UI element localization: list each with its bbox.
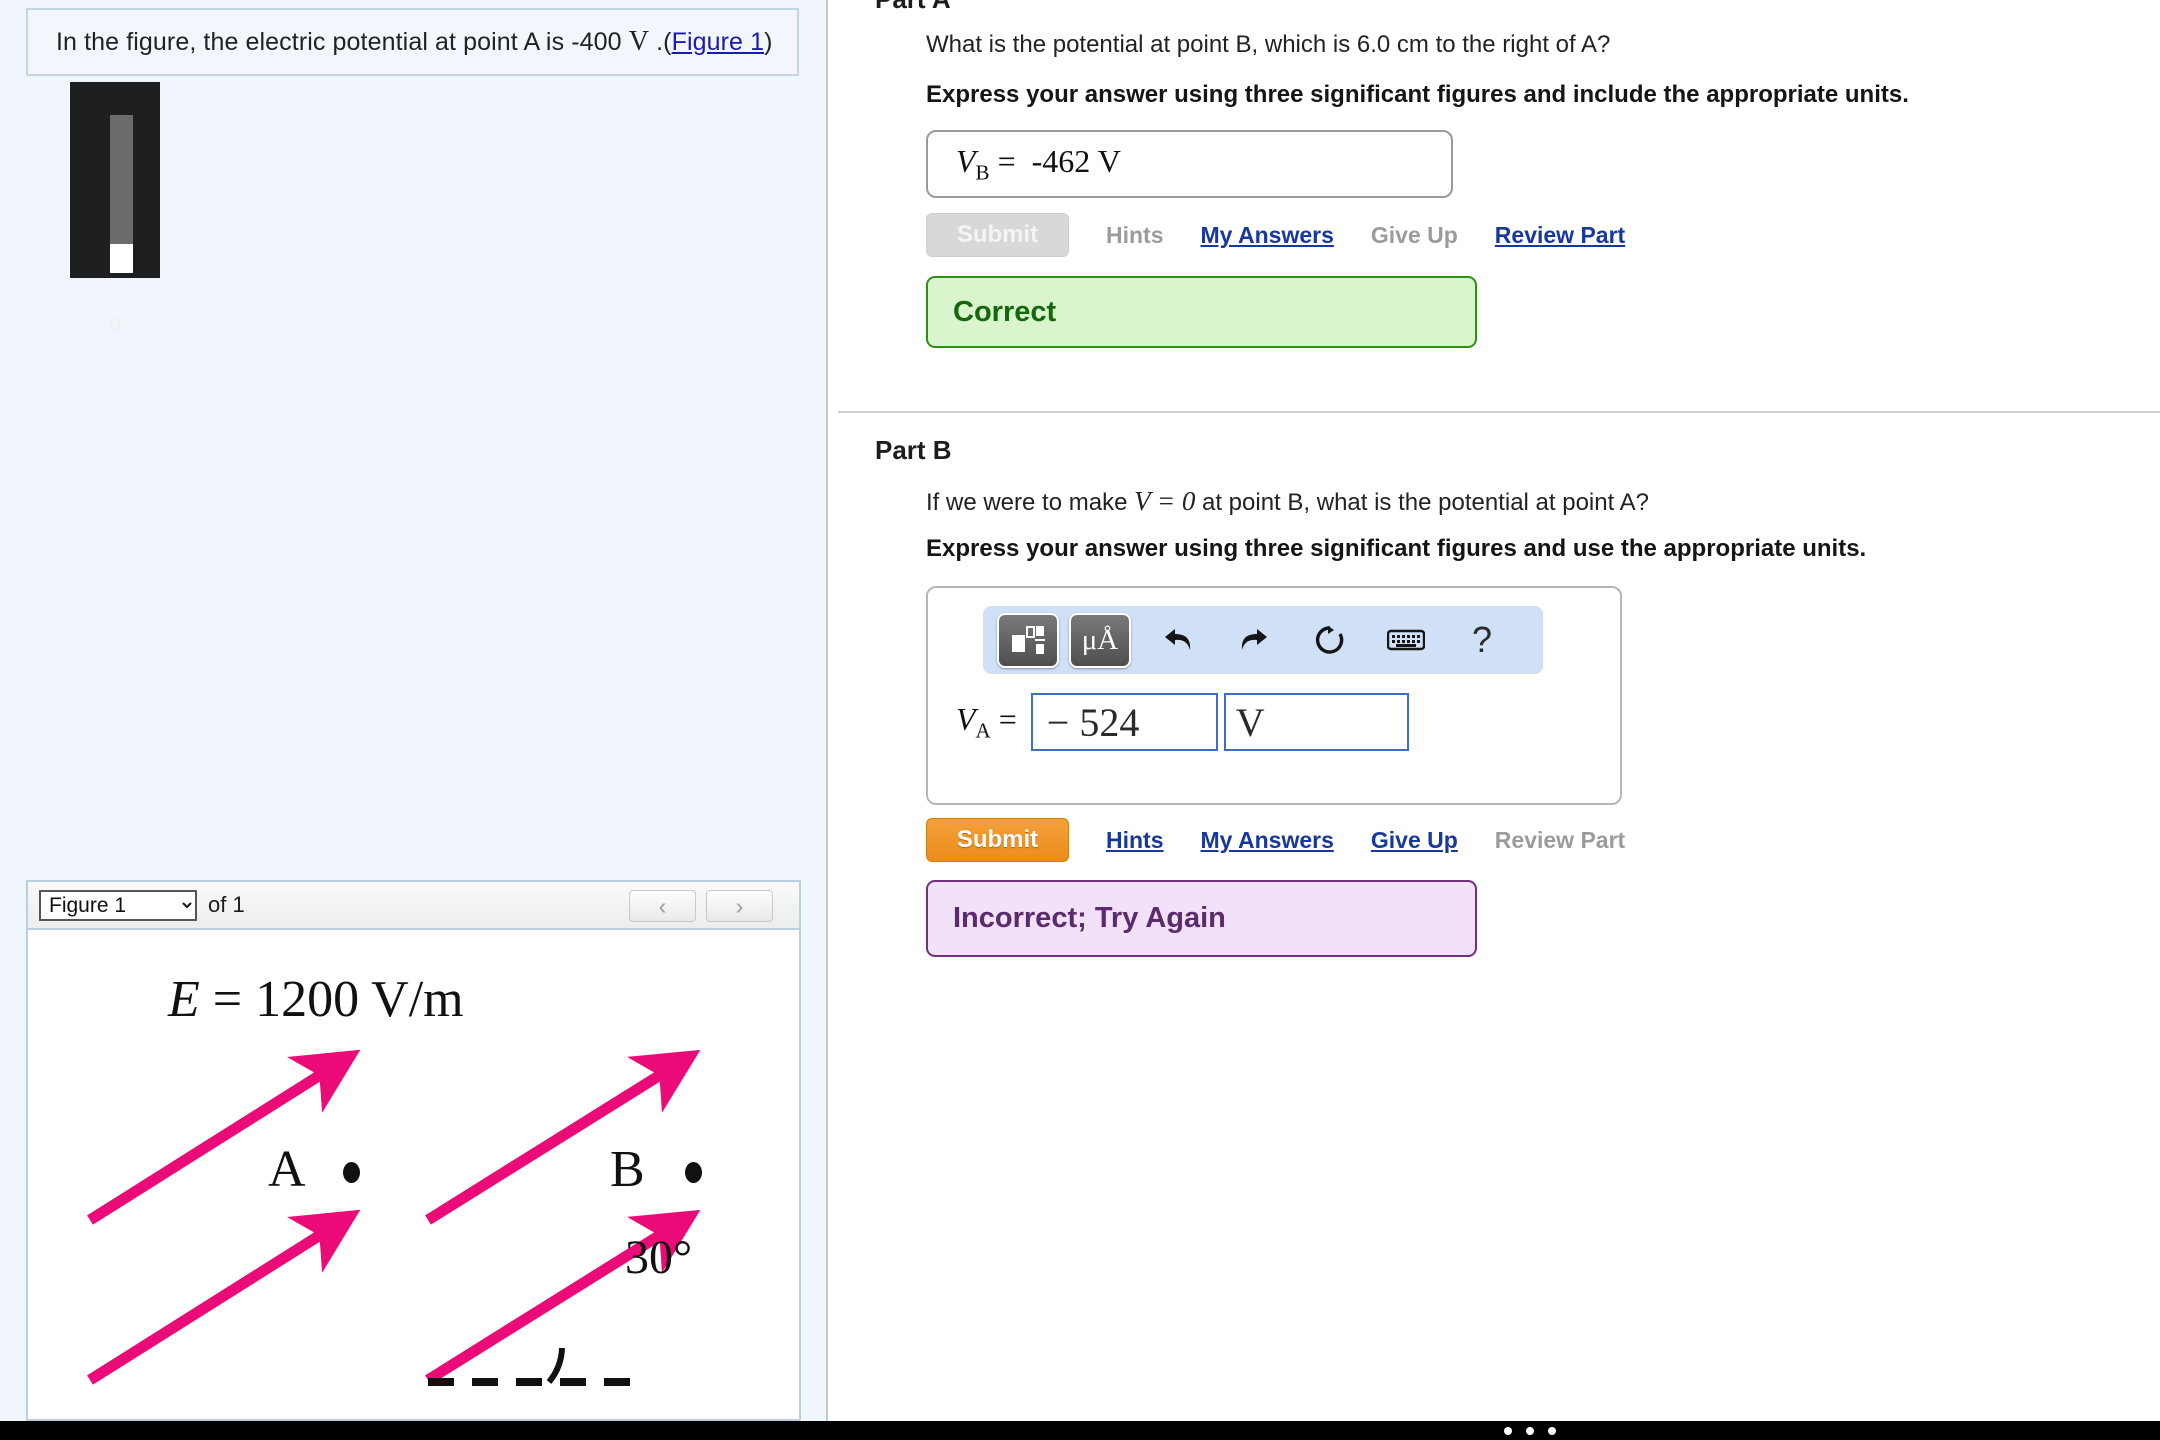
part-b-feedback-incorrect: Incorrect; Try Again — [926, 880, 1477, 957]
part-a-feedback-correct: Correct — [926, 276, 1477, 348]
figure-equation-variable: E — [168, 971, 200, 1028]
part-b-instruction: Express your answer using three signific… — [926, 535, 1867, 562]
part-a-hints-link[interactable]: Hints — [1106, 222, 1164, 249]
part-b-answer-row: VA = − 524 V — [956, 693, 1409, 751]
part-b-heading: Part B — [875, 435, 952, 465]
reset-circular-arrow-icon[interactable] — [1299, 613, 1361, 668]
part-b-review-part-link[interactable]: Review Part — [1495, 827, 1625, 854]
bottom-bar-dot — [1504, 1426, 1512, 1435]
part-b-value-input[interactable]: − 524 — [1030, 693, 1218, 751]
part-a-subscript: B — [975, 160, 990, 185]
part-b-give-up-link[interactable]: Give Up — [1371, 827, 1458, 854]
problem-text-after: .( — [656, 28, 672, 56]
figure-point-b-dot — [685, 1162, 702, 1183]
problem-text-close: ) — [764, 28, 773, 56]
part-a-submit-button[interactable]: Submit — [926, 213, 1069, 257]
keyboard-icon[interactable] — [1375, 613, 1437, 668]
part-b-equals: = — [998, 700, 1017, 737]
bottom-bar-dot — [1548, 1426, 1556, 1435]
volume-slider-track[interactable] — [110, 115, 133, 244]
bottom-bar-dots[interactable] — [1504, 1426, 1556, 1435]
problem-statement-text: In the figure, the electric potential at… — [28, 26, 773, 58]
part-b-subscript: A — [975, 718, 991, 743]
part-a-instruction: Express your answer using three signific… — [926, 81, 1909, 108]
part-b-variable: V — [956, 700, 976, 737]
bottom-bar-dot — [1526, 1426, 1534, 1435]
angle-arc — [546, 1347, 565, 1384]
figure-1-link[interactable]: Figure 1 — [672, 28, 765, 56]
figure-prev-button[interactable]: ‹ — [629, 890, 696, 922]
redo-arrow-icon[interactable] — [1223, 613, 1285, 668]
volume-slider-thumb[interactable] — [110, 244, 133, 273]
figure-next-button[interactable]: › — [706, 890, 773, 922]
help-question-icon[interactable]: ? — [1451, 613, 1513, 668]
figure-angle-label: 30° — [625, 1231, 693, 1284]
part-b-submit-button[interactable]: Submit — [926, 818, 1069, 862]
part-a-feedback-text: Correct — [953, 295, 1057, 328]
part-a-answer-value: -462 V — [1031, 142, 1121, 179]
keyboard-glyph — [1387, 629, 1425, 651]
part-a-give-up-link[interactable]: Give Up — [1371, 222, 1458, 249]
figure-equation-value: = 1200 V/m — [199, 971, 464, 1028]
template-layout-icon[interactable] — [997, 612, 1059, 668]
figure-point-b-label: B — [610, 1141, 645, 1198]
reset-glyph — [1315, 626, 1344, 654]
figure-point-a-dot — [343, 1162, 360, 1183]
part-a-review-part-link[interactable]: Review Part — [1495, 222, 1625, 249]
units-micro-angstrom-icon[interactable]: μÅ — [1069, 612, 1131, 668]
part-b-question-post: at point B, what is the potential at poi… — [1202, 489, 1649, 516]
figure-count-label: of 1 — [208, 892, 245, 917]
part-b-action-row: Submit Hints My Answers Give Up Review P… — [926, 818, 1625, 862]
undo-arrow-icon[interactable] — [1147, 613, 1209, 668]
bottom-system-bar — [0, 1421, 2160, 1440]
left-panel: In the figure, the electric potential at… — [0, 0, 826, 1421]
part-a-equals: = — [997, 142, 1016, 179]
field-arrows — [87, 1049, 701, 1385]
media-volume-widget[interactable]: 0 — [70, 82, 160, 337]
part-b-question-math: V = 0 — [1134, 486, 1196, 516]
page-root: In the figure, the electric potential at… — [0, 0, 2160, 1440]
problem-text-before: In the figure, the electric potential at… — [56, 28, 622, 56]
part-b-variable-label: VA = — [956, 701, 1017, 743]
section-divider — [838, 411, 2160, 413]
problem-statement-box: In the figure, the electric potential at… — [26, 8, 799, 76]
redo-glyph — [1241, 629, 1267, 650]
figure-image: E = 1200 V/m A B 30° — [28, 930, 799, 1419]
part-a-my-answers-link[interactable]: My Answers — [1201, 222, 1334, 249]
part-b-unit-input[interactable]: V — [1223, 693, 1409, 751]
part-a-variable: V — [956, 142, 976, 179]
part-b-question-pre: If we were to make — [926, 489, 1128, 516]
part-b-feedback-text: Incorrect; Try Again — [953, 902, 1226, 934]
part-a-action-row: Submit Hints My Answers Give Up Review P… — [926, 213, 1625, 257]
undo-glyph — [1165, 629, 1191, 650]
figure-equation: E = 1200 V/m — [168, 970, 464, 1029]
part-a-answer-box: VB = -462 V — [926, 130, 1453, 198]
part-b-hints-link[interactable]: Hints — [1106, 827, 1164, 854]
right-panel: Part A What is the potential at point B,… — [828, 0, 2160, 1421]
figure-point-a-label: A — [268, 1141, 306, 1198]
part-b-my-answers-link[interactable]: My Answers — [1201, 827, 1334, 854]
volume-value-label: 0 — [109, 312, 121, 337]
part-b-question: If we were to make V = 0 at point B, wha… — [926, 486, 1649, 517]
part-a-question: What is the potential at point B, which … — [926, 31, 1611, 58]
figure-panel: Figure 1 of 1 ‹ › E = 1200 V/m A B 30° — [26, 880, 801, 1421]
part-b-answer-box: μÅ ? VA = − 524 V — [926, 586, 1622, 805]
template-layout-glyph — [1012, 626, 1045, 654]
math-input-toolbar: μÅ ? — [983, 606, 1543, 674]
figure-select-dropdown[interactable]: Figure 1 — [39, 889, 197, 921]
part-a-answer-content: VB = -462 V — [928, 143, 1121, 185]
problem-unit-symbol: V — [628, 26, 650, 57]
part-a-heading: Part A — [875, 0, 951, 15]
figure-toolbar: Figure 1 of 1 ‹ › — [28, 882, 799, 930]
